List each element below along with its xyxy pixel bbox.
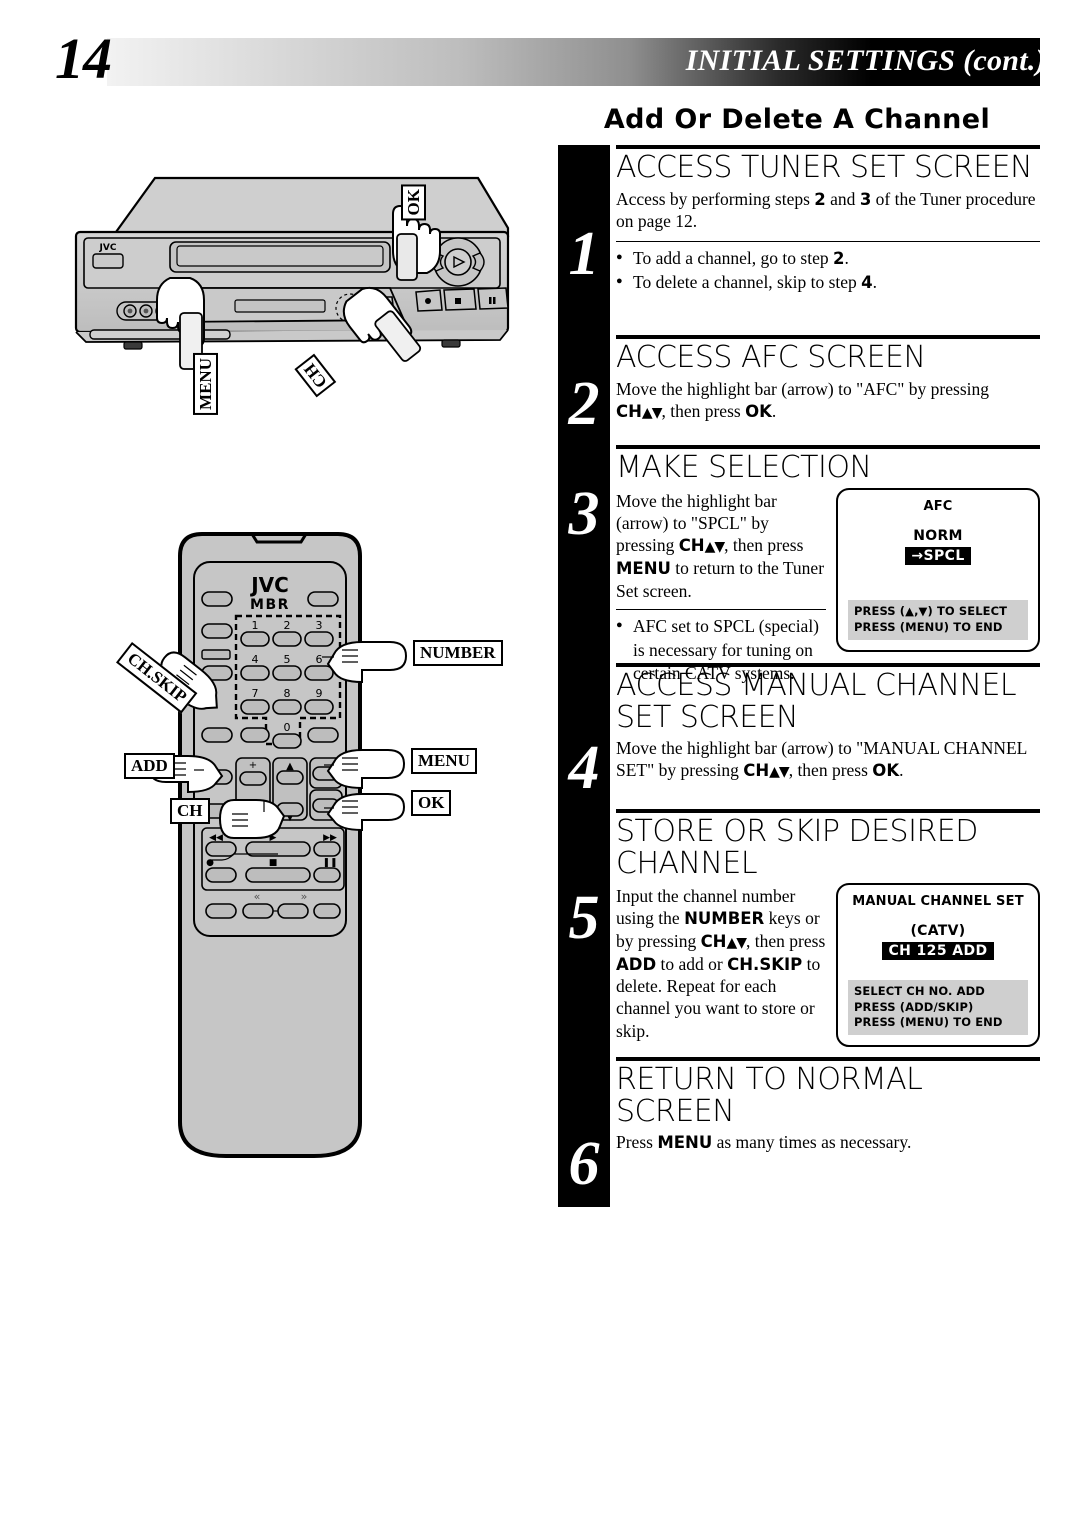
callout-menu-remote: MENU xyxy=(411,748,477,775)
step-2: ACCESS AFC SCREEN Move the highlight bar… xyxy=(616,335,1040,423)
callout-number: NUMBER xyxy=(413,640,503,667)
step-number-3: 3 xyxy=(568,480,600,548)
svg-text:«: « xyxy=(254,890,261,903)
remote-svg: JVC MBR 1 2 3 4 5 6 7 8 9 0 + ▲▼ ◀◀ ▶ ▶▶ ● ■ ❚… xyxy=(148,532,408,1158)
section-title: INITIAL SETTINGS (cont.) xyxy=(685,44,1046,77)
step-5-body: Input the channel number using the NUMBE… xyxy=(616,886,826,1041)
svg-text:7: 7 xyxy=(252,687,259,700)
step-6-heading: RETURN TO NORMAL SCREEN xyxy=(616,1062,923,1129)
osd-afc-spcl-label: SPCL xyxy=(923,547,965,564)
osd-manual-footer-line2: PRESS (ADD/SKIP) xyxy=(854,999,974,1014)
osd-afc-footer-line1: PRESS (▲,▼) TO SELECT xyxy=(854,604,1008,619)
step-1-body: Access by performing steps 2 and 3 of th… xyxy=(616,188,1036,231)
divider xyxy=(616,1057,1040,1061)
osd-manual-band: (CATV) xyxy=(910,923,966,939)
divider xyxy=(616,445,1040,449)
hand-pointer-number xyxy=(326,641,408,684)
osd-afc-footer-line2: PRESS (MENU) TO END xyxy=(854,619,1003,634)
vcr-front-panel-illustration: JVC OK MENU CH xyxy=(60,170,540,440)
osd-manual-footer-line1: SELECT CH NO. ADD xyxy=(854,984,985,999)
svg-text:6: 6 xyxy=(316,653,323,666)
svg-text:»: » xyxy=(301,890,308,903)
step-4-body: Move the highlight bar (arrow) to "MANUA… xyxy=(616,738,1027,781)
step-number-2: 2 xyxy=(568,370,600,438)
callout-add: ADD xyxy=(124,753,175,780)
step-1: ACCESS TUNER SET SCREEN Access by perfor… xyxy=(616,145,1040,295)
step-2-heading: ACCESS AFC SCREEN xyxy=(616,340,926,375)
svg-text:5: 5 xyxy=(284,653,291,666)
page-subtitle: Add Or Delete A Channel xyxy=(603,104,991,135)
vcr-svg: JVC xyxy=(74,176,510,370)
step-5: STORE OR SKIP DESIRED CHANNEL Input the … xyxy=(616,809,1040,1047)
remote-brand-label: JVC xyxy=(249,573,289,597)
step-number-6: 6 xyxy=(568,1130,600,1198)
ch-up-key xyxy=(276,770,304,785)
remote-control-illustration: JVC MBR 1 2 3 4 5 6 7 8 9 0 + ▲ ▼ ◀◀ ▶ ▶▶ ● ■ … xyxy=(110,520,540,1170)
svg-text:1: 1 xyxy=(252,619,259,632)
remote-model-label: MBR xyxy=(250,597,290,613)
hand-pointer-ok-remote xyxy=(326,793,406,832)
svg-text:+: + xyxy=(249,760,257,771)
step-2-body: Move the highlight bar (arrow) to "AFC" … xyxy=(616,378,989,421)
step-3: MAKE SELECTION Move the highlight bar (a… xyxy=(616,445,1040,686)
step-1-heading: ACCESS TUNER SET SCREEN xyxy=(616,150,1033,185)
divider xyxy=(616,335,1040,339)
osd-manual-channel-highlight: CH 125 ADD xyxy=(882,942,994,960)
hand-pointer-menu-remote xyxy=(326,749,406,790)
svg-text:9: 9 xyxy=(316,687,323,700)
svg-text:❚❚: ❚❚ xyxy=(322,858,337,868)
svg-text:8: 8 xyxy=(284,687,291,700)
step-number-bar xyxy=(558,145,610,1207)
step-number-4: 4 xyxy=(568,734,600,802)
bullet-item: To add a channel, go to step 2. xyxy=(616,247,1040,271)
step-3-heading: MAKE SELECTION xyxy=(616,450,872,485)
page-number: 14 xyxy=(55,26,112,91)
steps-column: 1 2 3 4 5 6 ACCESS TUNER SET SCREEN Acce… xyxy=(558,145,1040,1207)
divider xyxy=(616,608,826,610)
svg-text:■: ■ xyxy=(269,858,278,868)
svg-text:3: 3 xyxy=(316,619,323,632)
step-1-bullets: To add a channel, go to step 2. To delet… xyxy=(616,247,1040,294)
vcr-brand-label: JVC xyxy=(99,243,117,253)
callout-ok-remote: OK xyxy=(411,790,452,817)
divider xyxy=(616,241,1040,243)
osd-afc-norm: NORM xyxy=(913,527,963,544)
manual-page: 14 INITIAL SETTINGS (cont.) Add Or Delet… xyxy=(0,0,1080,1526)
osd-afc-screen: AFC NORM →SPCL PRESS (▲,▼) TO SELECT PRE… xyxy=(836,487,1040,652)
svg-text:2: 2 xyxy=(284,619,291,632)
osd-manual-title: MANUAL CHANNEL SET xyxy=(852,894,1024,909)
step-6-body: Press MENU as many times as necessary. xyxy=(616,1132,912,1152)
step-5-heading: STORE OR SKIP DESIRED CHANNEL xyxy=(616,814,978,881)
osd-afc-footer: PRESS (▲,▼) TO SELECT PRESS (MENU) TO EN… xyxy=(848,600,1028,640)
step-3-body: Move the highlight bar (arrow) to "SPCL"… xyxy=(616,490,825,601)
step-number-5: 5 xyxy=(568,884,600,952)
divider xyxy=(616,663,1040,667)
bullet-item: To delete a channel, skip to step 4. xyxy=(616,271,1040,295)
cursor-arrow-icon: → xyxy=(911,547,924,564)
hand-pointer-ch-remote xyxy=(218,799,286,839)
callout-ok-vcr: OK xyxy=(401,184,426,221)
svg-text:0: 0 xyxy=(284,721,291,734)
callout-ch-remote: CH xyxy=(170,798,210,825)
ch-skip-key xyxy=(240,727,270,743)
svg-text:4: 4 xyxy=(252,653,259,666)
step-4: ACCESS MANUAL CHANNEL SET SCREEN Move th… xyxy=(616,663,1040,782)
osd-manual-footer: SELECT CH NO. ADD PRESS (ADD/SKIP) PRESS… xyxy=(848,980,1028,1035)
osd-afc-title: AFC xyxy=(923,498,953,514)
osd-manual-footer-line3: PRESS (MENU) TO END xyxy=(854,1015,1003,1030)
step-4-heading: ACCESS MANUAL CHANNEL SET SCREEN xyxy=(616,668,1017,735)
divider xyxy=(616,145,1040,149)
step-6: RETURN TO NORMAL SCREEN Press MENU as ma… xyxy=(616,1057,1040,1153)
step-number-1: 1 xyxy=(568,220,600,288)
osd-afc-spcl-highlight: →SPCL xyxy=(905,546,971,565)
divider xyxy=(616,809,1040,813)
callout-menu-vcr: MENU xyxy=(193,353,218,415)
osd-manual-channel-screen: MANUAL CHANNEL SET (CATV) CH 125 ADD SEL… xyxy=(836,883,1040,1047)
